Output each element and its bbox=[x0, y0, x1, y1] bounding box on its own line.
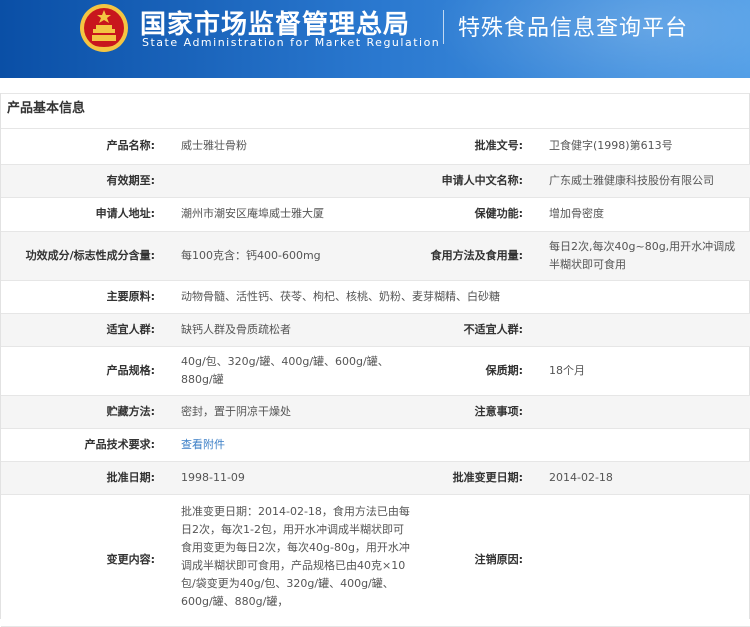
label-product-spec: 产品规格: bbox=[1, 346, 161, 396]
value-storage-method: 密封，置于阴凉干燥处 bbox=[161, 395, 416, 429]
value-functional-ingredient: 每100克含：钙400-600mg bbox=[161, 231, 416, 281]
section-title: 产品基本信息 bbox=[1, 93, 749, 129]
label-change-content: 变更内容: bbox=[1, 494, 161, 627]
label-health-function: 保健功能: bbox=[416, 197, 529, 232]
value-approval-date: 1998-11-09 bbox=[161, 461, 416, 495]
value-applicant-name: 广东威士雅健康科技股份有限公司 bbox=[529, 164, 750, 198]
table-row: 贮藏方法: 密封，置于阴凉干燥处 注意事项: bbox=[1, 395, 750, 429]
value-change-content: 批准变更日期：2014-02-18，食用方法已由每日2次，每次1-2包，用开水冲… bbox=[161, 494, 416, 627]
header-banner: 国家市场监督管理总局 State Administration for Mark… bbox=[0, 0, 750, 78]
value-product-name: 威士雅壮骨粉 bbox=[161, 129, 416, 165]
table-row: 产品技术要求: 查看附件 bbox=[1, 428, 750, 462]
value-valid-until bbox=[161, 164, 416, 198]
value-approval-number: 卫食健字(1998)第613号 bbox=[529, 129, 750, 165]
label-approval-change-date: 批准变更日期: bbox=[416, 461, 529, 495]
value-precautions bbox=[529, 395, 750, 429]
value-applicant-address: 潮州市潮安区庵埠威士雅大厦 bbox=[161, 197, 416, 232]
label-shelf-life: 保质期: bbox=[416, 346, 529, 396]
value-cancellation-reason bbox=[529, 494, 750, 627]
product-info-table: 产品名称: 威士雅壮骨粉 批准文号: 卫食健字(1998)第613号 有效期至:… bbox=[1, 129, 750, 627]
label-tech-requirements: 产品技术要求: bbox=[1, 428, 161, 462]
label-functional-ingredient: 功效成分/标志性成分含量: bbox=[1, 231, 161, 281]
product-info-section: 产品基本信息 产品名称: 威士雅壮骨粉 批准文号: 卫食健字(1998)第613… bbox=[0, 93, 750, 627]
label-precautions: 注意事项: bbox=[416, 395, 529, 429]
table-row: 适宜人群: 缺钙人群及骨质疏松者 不适宜人群: bbox=[1, 313, 750, 347]
value-product-spec: 40g/包、320g/罐、400g/罐、600g/罐、880g/罐 bbox=[161, 346, 416, 396]
value-main-ingredients: 动物骨髓、活性钙、茯苓、枸杞、核桃、奶粉、麦芽糊精、白砂糖 bbox=[161, 280, 750, 314]
label-usage-dosage: 食用方法及食用量: bbox=[416, 231, 529, 281]
label-unsuitable-population: 不适宜人群: bbox=[416, 313, 529, 347]
label-main-ingredients: 主要原料: bbox=[1, 280, 161, 314]
table-row: 产品名称: 威士雅壮骨粉 批准文号: 卫食健字(1998)第613号 bbox=[1, 129, 750, 165]
label-approval-date: 批准日期: bbox=[1, 461, 161, 495]
table-row: 批准日期: 1998-11-09 批准变更日期: 2014-02-18 bbox=[1, 461, 750, 495]
org-name-en: State Administration for Market Regulati… bbox=[142, 36, 441, 49]
table-row: 产品规格: 40g/包、320g/罐、400g/罐、600g/罐、880g/罐 … bbox=[1, 346, 750, 396]
value-usage-dosage: 每日2次,每次40g~80g,用开水冲调成半糊状即可食用 bbox=[529, 231, 750, 281]
label-approval-number: 批准文号: bbox=[416, 129, 529, 165]
value-unsuitable-population bbox=[529, 313, 750, 347]
platform-title: 特殊食品信息查询平台 bbox=[458, 16, 689, 41]
label-applicant-address: 申请人地址: bbox=[1, 197, 161, 232]
table-row: 功效成分/标志性成分含量: 每100克含：钙400-600mg 食用方法及食用量… bbox=[1, 231, 750, 281]
value-shelf-life: 18个月 bbox=[529, 346, 750, 396]
label-suitable-population: 适宜人群: bbox=[1, 313, 161, 347]
view-attachment-link[interactable]: 查看附件 bbox=[181, 438, 225, 451]
label-valid-until: 有效期至: bbox=[1, 164, 161, 198]
national-emblem-icon bbox=[80, 4, 128, 52]
label-applicant-name: 申请人中文名称: bbox=[416, 164, 529, 198]
value-suitable-population: 缺钙人群及骨质疏松者 bbox=[161, 313, 416, 347]
table-row: 变更内容: 批准变更日期：2014-02-18，食用方法已由每日2次，每次1-2… bbox=[1, 494, 750, 627]
value-approval-change-date: 2014-02-18 bbox=[529, 461, 750, 495]
value-health-function: 增加骨密度 bbox=[529, 197, 750, 232]
table-row: 主要原料: 动物骨髓、活性钙、茯苓、枸杞、核桃、奶粉、麦芽糊精、白砂糖 bbox=[1, 280, 750, 314]
label-product-name: 产品名称: bbox=[1, 129, 161, 165]
table-row: 申请人地址: 潮州市潮安区庵埠威士雅大厦 保健功能: 增加骨密度 bbox=[1, 197, 750, 232]
label-storage-method: 贮藏方法: bbox=[1, 395, 161, 429]
label-cancellation-reason: 注销原因: bbox=[416, 494, 529, 627]
table-row: 有效期至: 申请人中文名称: 广东威士雅健康科技股份有限公司 bbox=[1, 164, 750, 198]
header-divider bbox=[443, 10, 444, 44]
